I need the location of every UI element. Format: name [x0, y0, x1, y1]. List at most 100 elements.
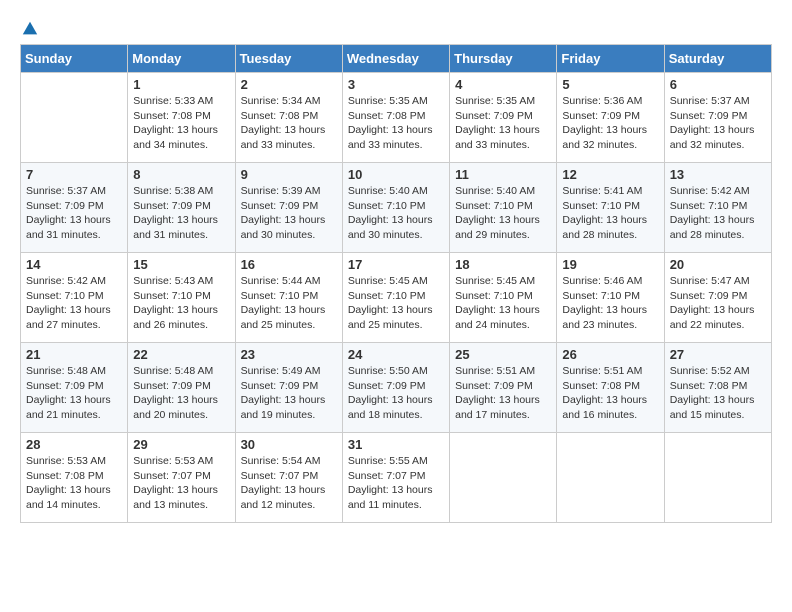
day-number: 26: [562, 347, 658, 362]
day-number: 5: [562, 77, 658, 92]
day-info: Sunrise: 5:52 AMSunset: 7:08 PMDaylight:…: [670, 364, 766, 423]
day-info: Sunrise: 5:54 AMSunset: 7:07 PMDaylight:…: [241, 454, 337, 513]
day-number: 23: [241, 347, 337, 362]
day-cell: [450, 433, 557, 523]
day-number: 6: [670, 77, 766, 92]
day-number: 28: [26, 437, 122, 452]
day-info: Sunrise: 5:38 AMSunset: 7:09 PMDaylight:…: [133, 184, 229, 243]
header-day-sunday: Sunday: [21, 45, 128, 73]
day-cell: 2Sunrise: 5:34 AMSunset: 7:08 PMDaylight…: [235, 73, 342, 163]
day-cell: 9 Sunrise: 5:39 AMSunset: 7:09 PMDaylight…: [235, 163, 342, 253]
day-cell: 17Sunrise: 5:45 AMSunset: 7:10 PMDayligh…: [342, 253, 449, 343]
day-cell: 19 Sunrise: 5:46 AMSunset: 7:10 PMDayligh…: [557, 253, 664, 343]
day-number: 15: [133, 257, 229, 272]
day-cell: 5 Sunrise: 5:36 AMSunset: 7:09 PMDaylight…: [557, 73, 664, 163]
day-info: Sunrise: 5:37 AMSunset: 7:09 PMDaylight:…: [26, 184, 122, 243]
day-cell: 16 Sunrise: 5:44 AMSunset: 7:10 PMDayligh…: [235, 253, 342, 343]
day-cell: 3 Sunrise: 5:35 AMSunset: 7:08 PMDaylight…: [342, 73, 449, 163]
week-row-1: 1 Sunrise: 5:33 AMSunset: 7:08 PMDaylight…: [21, 73, 772, 163]
day-info: Sunrise: 5:53 AMSunset: 7:07 PMDaylight:…: [133, 454, 229, 513]
header-day-wednesday: Wednesday: [342, 45, 449, 73]
day-number: 10: [348, 167, 444, 182]
day-info: Sunrise: 5:43 AMSunset: 7:10 PMDaylight:…: [133, 274, 229, 333]
day-number: 16: [241, 257, 337, 272]
day-info: Sunrise: 5:33 AMSunset: 7:08 PMDaylight:…: [133, 94, 229, 153]
day-cell: 27 Sunrise: 5:52 AMSunset: 7:08 PMDayligh…: [664, 343, 771, 433]
day-cell: 10 Sunrise: 5:40 AMSunset: 7:10 PMDayligh…: [342, 163, 449, 253]
day-number: 27: [670, 347, 766, 362]
week-row-2: 7 Sunrise: 5:37 AMSunset: 7:09 PMDaylight…: [21, 163, 772, 253]
day-cell: 24Sunrise: 5:50 AMSunset: 7:09 PMDayligh…: [342, 343, 449, 433]
week-row-3: 14 Sunrise: 5:42 AMSunset: 7:10 PMDayligh…: [21, 253, 772, 343]
day-info: Sunrise: 5:41 AMSunset: 7:10 PMDaylight:…: [562, 184, 658, 243]
day-number: 1: [133, 77, 229, 92]
day-info: Sunrise: 5:39 AMSunset: 7:09 PMDaylight:…: [241, 184, 337, 243]
day-info: Sunrise: 5:44 AMSunset: 7:10 PMDaylight:…: [241, 274, 337, 333]
day-number: 12: [562, 167, 658, 182]
day-info: Sunrise: 5:55 AMSunset: 7:07 PMDaylight:…: [348, 454, 444, 513]
day-number: 8: [133, 167, 229, 182]
day-number: 21: [26, 347, 122, 362]
day-cell: 6 Sunrise: 5:37 AMSunset: 7:09 PMDaylight…: [664, 73, 771, 163]
day-cell: [664, 433, 771, 523]
day-cell: 13Sunrise: 5:42 AMSunset: 7:10 PMDayligh…: [664, 163, 771, 253]
day-cell: 25 Sunrise: 5:51 AMSunset: 7:09 PMDayligh…: [450, 343, 557, 433]
header-day-friday: Friday: [557, 45, 664, 73]
day-cell: 31Sunrise: 5:55 AMSunset: 7:07 PMDayligh…: [342, 433, 449, 523]
day-info: Sunrise: 5:42 AMSunset: 7:10 PMDaylight:…: [26, 274, 122, 333]
calendar-header-row: SundayMondayTuesdayWednesdayThursdayFrid…: [21, 45, 772, 73]
day-info: Sunrise: 5:53 AMSunset: 7:08 PMDaylight:…: [26, 454, 122, 513]
day-info: Sunrise: 5:46 AMSunset: 7:10 PMDaylight:…: [562, 274, 658, 333]
day-info: Sunrise: 5:35 AMSunset: 7:08 PMDaylight:…: [348, 94, 444, 153]
day-cell: [557, 433, 664, 523]
day-info: Sunrise: 5:35 AMSunset: 7:09 PMDaylight:…: [455, 94, 551, 153]
day-cell: 23 Sunrise: 5:49 AMSunset: 7:09 PMDayligh…: [235, 343, 342, 433]
day-cell: [21, 73, 128, 163]
day-cell: 26 Sunrise: 5:51 AMSunset: 7:08 PMDayligh…: [557, 343, 664, 433]
week-row-4: 21 Sunrise: 5:48 AMSunset: 7:09 PMDayligh…: [21, 343, 772, 433]
week-row-5: 28 Sunrise: 5:53 AMSunset: 7:08 PMDayligh…: [21, 433, 772, 523]
day-number: 9: [241, 167, 337, 182]
day-info: Sunrise: 5:48 AMSunset: 7:09 PMDaylight:…: [133, 364, 229, 423]
day-number: 4: [455, 77, 551, 92]
day-number: 7: [26, 167, 122, 182]
day-number: 13: [670, 167, 766, 182]
day-info: Sunrise: 5:45 AMSunset: 7:10 PMDaylight:…: [455, 274, 551, 333]
day-cell: 29 Sunrise: 5:53 AMSunset: 7:07 PMDayligh…: [128, 433, 235, 523]
header-day-thursday: Thursday: [450, 45, 557, 73]
day-info: Sunrise: 5:36 AMSunset: 7:09 PMDaylight:…: [562, 94, 658, 153]
day-number: 25: [455, 347, 551, 362]
day-info: Sunrise: 5:51 AMSunset: 7:08 PMDaylight:…: [562, 364, 658, 423]
header-day-monday: Monday: [128, 45, 235, 73]
day-info: Sunrise: 5:49 AMSunset: 7:09 PMDaylight:…: [241, 364, 337, 423]
day-info: Sunrise: 5:40 AMSunset: 7:10 PMDaylight:…: [348, 184, 444, 243]
day-info: Sunrise: 5:37 AMSunset: 7:09 PMDaylight:…: [670, 94, 766, 153]
day-number: 19: [562, 257, 658, 272]
day-cell: 12 Sunrise: 5:41 AMSunset: 7:10 PMDayligh…: [557, 163, 664, 253]
logo-icon: [21, 20, 39, 38]
day-info: Sunrise: 5:47 AMSunset: 7:09 PMDaylight:…: [670, 274, 766, 333]
day-cell: 14 Sunrise: 5:42 AMSunset: 7:10 PMDayligh…: [21, 253, 128, 343]
day-info: Sunrise: 5:40 AMSunset: 7:10 PMDaylight:…: [455, 184, 551, 243]
day-info: Sunrise: 5:48 AMSunset: 7:09 PMDaylight:…: [26, 364, 122, 423]
day-number: 18: [455, 257, 551, 272]
day-cell: 20 Sunrise: 5:47 AMSunset: 7:09 PMDayligh…: [664, 253, 771, 343]
day-number: 20: [670, 257, 766, 272]
day-number: 29: [133, 437, 229, 452]
day-cell: 8 Sunrise: 5:38 AMSunset: 7:09 PMDaylight…: [128, 163, 235, 253]
day-cell: 18 Sunrise: 5:45 AMSunset: 7:10 PMDayligh…: [450, 253, 557, 343]
day-cell: 11 Sunrise: 5:40 AMSunset: 7:10 PMDayligh…: [450, 163, 557, 253]
day-cell: 15 Sunrise: 5:43 AMSunset: 7:10 PMDayligh…: [128, 253, 235, 343]
logo: [20, 20, 39, 34]
day-number: 14: [26, 257, 122, 272]
day-cell: 1 Sunrise: 5:33 AMSunset: 7:08 PMDaylight…: [128, 73, 235, 163]
day-cell: 7 Sunrise: 5:37 AMSunset: 7:09 PMDaylight…: [21, 163, 128, 253]
day-info: Sunrise: 5:34 AMSunset: 7:08 PMDaylight:…: [241, 94, 337, 153]
day-number: 30: [241, 437, 337, 452]
day-number: 3: [348, 77, 444, 92]
day-cell: 28 Sunrise: 5:53 AMSunset: 7:08 PMDayligh…: [21, 433, 128, 523]
day-cell: 4 Sunrise: 5:35 AMSunset: 7:09 PMDaylight…: [450, 73, 557, 163]
day-info: Sunrise: 5:45 AMSunset: 7:10 PMDaylight:…: [348, 274, 444, 333]
day-info: Sunrise: 5:51 AMSunset: 7:09 PMDaylight:…: [455, 364, 551, 423]
day-number: 11: [455, 167, 551, 182]
